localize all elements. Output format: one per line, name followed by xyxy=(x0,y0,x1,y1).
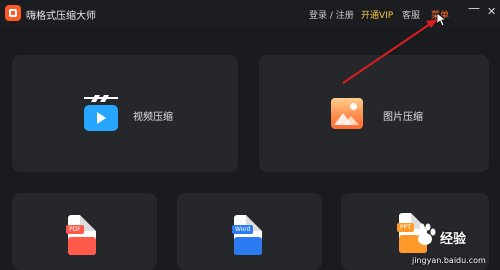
image-icon xyxy=(331,98,363,129)
vip-link[interactable]: 开通VIP xyxy=(361,8,393,21)
close-button[interactable]: ✕ xyxy=(487,6,496,18)
minimize-button[interactable]: — xyxy=(468,2,480,14)
app-title: 嗨格式压缩大师 xyxy=(26,11,96,22)
mouse-cursor-icon xyxy=(437,13,447,27)
video-compress-card[interactable] xyxy=(12,55,238,172)
pdf-icon: PDF xyxy=(66,215,96,255)
watermark-text: 经验 xyxy=(440,232,467,247)
watermark-url: jingyan.baidu.com xyxy=(412,256,486,265)
pdf-tag: PDF xyxy=(66,225,84,234)
title-bar: 嗨格式压缩大师 登录 / 注册 开通VIP 客服 菜单 — ✕ xyxy=(0,0,500,28)
watermark: 经验 jingyan.baidu.com xyxy=(412,222,500,270)
word-tag: Word xyxy=(232,225,254,234)
app-logo-icon xyxy=(5,5,21,21)
customer-service-link[interactable]: 客服 xyxy=(402,8,420,21)
paw-logo-icon xyxy=(414,223,436,245)
image-compress-card[interactable] xyxy=(259,55,489,172)
video-compress-label: 视频压缩 xyxy=(133,112,173,123)
video-icon xyxy=(84,95,118,131)
image-compress-label: 图片压缩 xyxy=(383,112,423,123)
login-register-link[interactable]: 登录 / 注册 xyxy=(309,8,354,21)
word-icon: Word xyxy=(232,215,262,255)
